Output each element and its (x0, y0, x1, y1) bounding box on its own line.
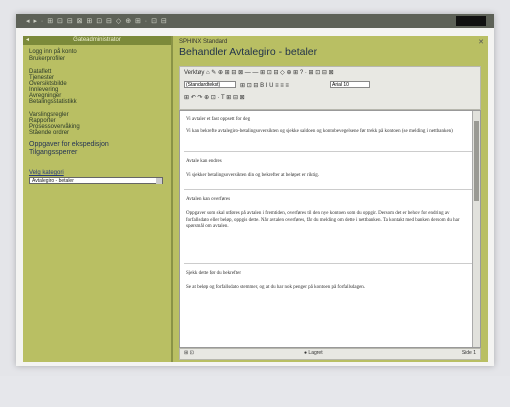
editor-paragraph: Oppgaver som skal utføres på avtalen i f… (186, 211, 460, 229)
editor-paragraph: Vi avtaler et fast oppsett for deg (186, 117, 251, 122)
rich-text-editor[interactable]: Vi avtaler et fast oppsett for deg Vi ka… (179, 110, 481, 348)
sidebar-item-big[interactable]: Tilgangssperrer (29, 149, 77, 156)
app-subtitle: SPHINX Standard (179, 39, 228, 45)
status-bar: ⊞ ⊡ ● Lagret Side 1 (179, 348, 481, 360)
taskbar-icons[interactable]: ◂ ▸ · ⊞ ⊡ ⊟ ⊠ ⊞ ⊡ ⊟ ◇ ⊕ ⊞ · ⊡ ⊟ (26, 17, 168, 25)
toolbar-row-2[interactable]: ⊞ ⊡ ⊟ B I U ≡ ≡ ≡ (240, 82, 289, 92)
editor-heading: Avtalen kan overføres (186, 197, 231, 202)
divider (184, 263, 474, 264)
divider (184, 189, 474, 190)
editor-heading: Avtale kan endres (186, 159, 222, 164)
page-indicator: Side 1 (461, 350, 476, 356)
scrollbar-thumb[interactable] (474, 121, 479, 201)
monitor-screen: ◂ ▸ · ⊞ ⊡ ⊟ ⊠ ⊞ ⊡ ⊟ ◇ ⊕ ⊞ · ⊡ ⊟ ◂ Gatead… (16, 14, 494, 366)
editor-paragraph: Vi sjekker betalingsoversikten din og be… (186, 173, 319, 178)
sidebar-item[interactable]: Brukerprofiler (29, 56, 65, 62)
status-icons[interactable]: ⊞ ⊡ (184, 350, 194, 356)
status-text: ● Lagret (304, 350, 323, 356)
collapse-arrow-icon[interactable]: ◂ (26, 36, 29, 45)
application-window: ◂ Gateadministrator Logg inn på konto Br… (23, 36, 488, 362)
style-select[interactable]: (Standardtekst) (184, 81, 236, 88)
chevron-down-icon[interactable] (156, 178, 162, 184)
sidebar-item[interactable]: Stående ordrer (29, 130, 69, 136)
caption-area (0, 376, 510, 407)
sidebar-item[interactable]: Logg inn på konto (29, 49, 77, 55)
divider (184, 151, 474, 152)
sidebar-header: ◂ Gateadministrator (23, 36, 171, 45)
close-icon[interactable]: ✕ (478, 38, 484, 46)
editor-heading: Sjekk dette før du bekrefter (186, 271, 241, 276)
sidebar: ◂ Gateadministrator Logg inn på konto Br… (23, 36, 173, 362)
main-panel: SPHINX Standard Behandler Avtalegiro - b… (173, 36, 488, 362)
font-select[interactable]: Arial 10 (330, 81, 370, 88)
sidebar-item-big[interactable]: Oppgaver for ekspedisjon (29, 141, 109, 148)
category-label: Velg kategori (29, 170, 64, 176)
page-title: Behandler Avtalegiro - betaler (179, 46, 318, 58)
taskbar-clock (456, 16, 486, 26)
editor-scrollbar[interactable] (472, 111, 480, 347)
os-taskbar: ◂ ▸ · ⊞ ⊡ ⊟ ⊠ ⊞ ⊡ ⊟ ◇ ⊕ ⊞ · ⊡ ⊟ (16, 14, 494, 28)
sidebar-item[interactable]: Betalingsstatistikk (29, 99, 77, 105)
toolbar-row-1[interactable]: Verktøy ⌂ ✎ ⊕ ⊞ ⊟ ⊠ — — ⊞ ⊡ ⊟ ◇ ⊕ ⊞ ? · … (184, 69, 334, 79)
editor-toolbar: Verktøy ⌂ ✎ ⊕ ⊞ ⊟ ⊠ — — ⊞ ⊡ ⊟ ◇ ⊕ ⊞ ? · … (179, 66, 481, 110)
editor-paragraph: Vi kan bekrefte avtalegiro-betalingsover… (186, 129, 453, 134)
category-select[interactable]: Avtalegiro - betaler (29, 177, 163, 184)
toolbar-row-3[interactable]: ⊞ ↶ ↷ ⊕ ⊡ · T ⊞ ⊟ ⊠ (184, 94, 245, 104)
editor-paragraph: Se at beløp og forfallsdato stemmer, og … (186, 285, 366, 290)
